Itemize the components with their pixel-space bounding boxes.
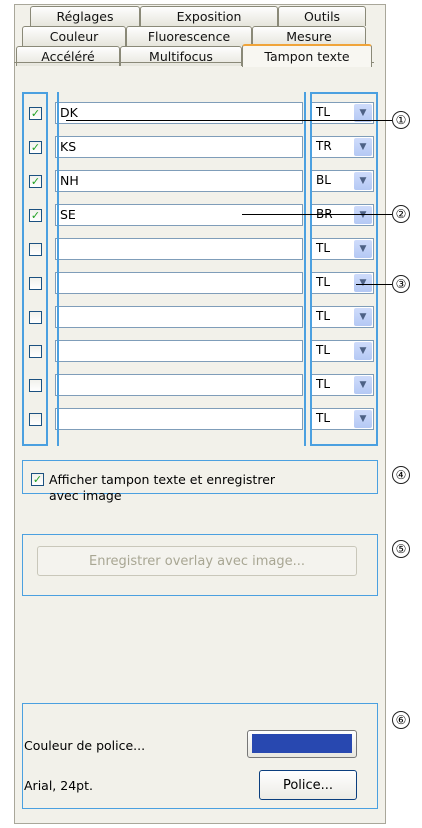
callout-line-1 [66, 120, 392, 121]
tab-tools[interactable]: Outils [278, 6, 366, 26]
text-column-right-edge [304, 92, 306, 446]
callout-2: ② [392, 205, 410, 223]
tab-time-lapse[interactable]: Accéléré [16, 46, 120, 66]
row-text-input[interactable]: SE [55, 204, 303, 226]
callout-3: ③ [392, 275, 410, 293]
position-column-outline [310, 92, 378, 446]
tab-color[interactable]: Couleur [22, 26, 126, 46]
tab-settings[interactable]: Réglages [30, 6, 140, 26]
tab-measure[interactable]: Mesure [252, 26, 366, 46]
show-stamp-label-line1: Afficher tampon texte et enregistrer [49, 472, 276, 487]
font-color-label: Couleur de police... [24, 738, 146, 753]
row-text-input[interactable] [55, 340, 303, 362]
row-text-input[interactable] [55, 408, 303, 430]
font-color-preview [252, 734, 352, 753]
tab-text-stamp[interactable]: Tampon texte [242, 44, 372, 67]
tab-fluorescence[interactable]: Fluorescence [126, 26, 252, 46]
callout-line-2 [242, 214, 392, 215]
show-stamp-checkbox[interactable]: ✓ [31, 473, 44, 486]
tab-exposure[interactable]: Exposition [140, 6, 278, 26]
row-text-input[interactable] [55, 272, 303, 294]
font-color-swatch-button[interactable] [247, 730, 357, 758]
checkbox-column-outline [22, 92, 48, 446]
save-overlay-button[interactable]: Enregistrer overlay avec image... [37, 546, 357, 576]
callout-4: ④ [392, 466, 410, 484]
tab-multifocus[interactable]: Multifocus [120, 46, 242, 66]
callout-line-3 [356, 284, 392, 285]
callout-5: ⑤ [392, 540, 410, 558]
row-text-input[interactable] [55, 374, 303, 396]
row-text-input[interactable] [55, 306, 303, 328]
font-description: Arial, 24pt. [24, 778, 93, 793]
row-text-input[interactable] [55, 238, 303, 260]
callout-6: ⑥ [392, 711, 410, 729]
show-stamp-label-line2: avec image [49, 488, 122, 503]
text-column-left-edge [57, 92, 59, 446]
callout-1: ① [392, 111, 410, 129]
row-text-input[interactable]: KS [55, 136, 303, 158]
checkmark-icon: ✓ [32, 473, 43, 486]
row-text-input[interactable]: NH [55, 170, 303, 192]
font-button[interactable]: Police... [259, 770, 357, 800]
